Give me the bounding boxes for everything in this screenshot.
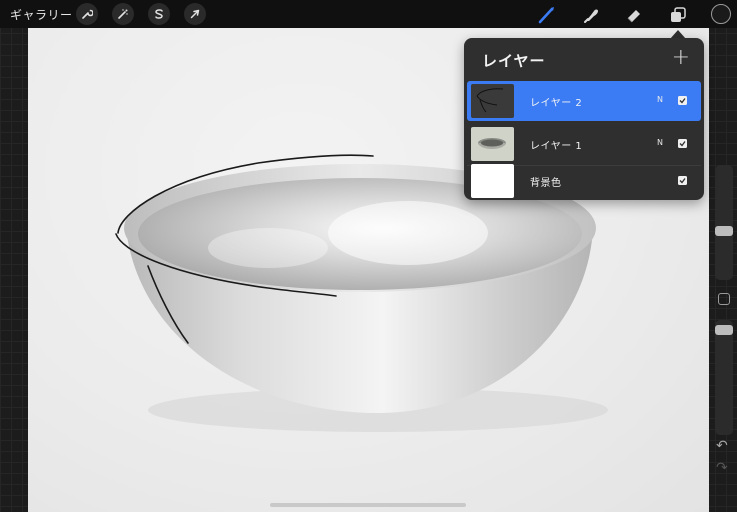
- opacity-handle[interactable]: [715, 325, 733, 335]
- smudge-finger-icon: [584, 9, 598, 23]
- brush-size-slider[interactable]: [715, 165, 733, 280]
- smudge-button[interactable]: [580, 4, 602, 26]
- checkmark-icon: [679, 178, 686, 184]
- layer-name: レイヤー 1: [530, 141, 583, 152]
- layers-panel-title: レイヤー: [482, 52, 546, 70]
- add-layer-button[interactable]: +: [672, 45, 690, 70]
- selection-button[interactable]: [148, 3, 170, 25]
- arrow-cursor-icon: [190, 9, 200, 19]
- actions-button[interactable]: [76, 3, 98, 25]
- layer-name: レイヤー 2: [530, 98, 583, 109]
- layer-visibility-checkbox[interactable]: [678, 176, 687, 185]
- blend-mode-button[interactable]: N: [657, 138, 663, 147]
- brush-size-handle[interactable]: [715, 226, 733, 236]
- eraser-icon: [627, 10, 640, 23]
- top-toolbar: ギャラリー: [0, 0, 737, 28]
- gallery-button[interactable]: ギャラリー: [10, 6, 73, 23]
- undo-arrow-icon[interactable]: ↶: [716, 438, 728, 454]
- layers-panel: レイヤー + レイヤー 2 N レイヤー 1 N 背景色: [464, 38, 704, 200]
- home-indicator: [270, 503, 466, 507]
- layer-row-background-color[interactable]: 背景色: [467, 161, 701, 200]
- layer-visibility-checkbox[interactable]: [678, 96, 687, 105]
- layer-row-layer1[interactable]: レイヤー 1 N: [467, 124, 701, 164]
- eraser-button[interactable]: [623, 4, 645, 26]
- checkmark-icon: [679, 98, 686, 104]
- layer-thumbnail: [471, 84, 514, 118]
- redo-arrow-icon[interactable]: ↷: [716, 460, 728, 476]
- layers-icon: [671, 7, 686, 22]
- brush-button[interactable]: [536, 4, 558, 26]
- wrench-icon: [82, 9, 93, 19]
- layer-thumbnail: [471, 164, 514, 198]
- brush-icon: [538, 7, 554, 24]
- layer-name: 背景色: [530, 178, 562, 189]
- layer-row-layer2[interactable]: レイヤー 2 N: [467, 81, 701, 121]
- layer-visibility-checkbox[interactable]: [678, 139, 687, 148]
- layer-thumbnail: [471, 127, 514, 161]
- checkmark-icon: [679, 141, 686, 147]
- adjustments-button[interactable]: [112, 3, 134, 25]
- selection-s-icon: [155, 9, 163, 19]
- color-swatch[interactable]: [711, 4, 731, 24]
- modify-square-button[interactable]: [718, 293, 730, 305]
- magic-wand-icon: [118, 9, 128, 19]
- blend-mode-button[interactable]: N: [657, 95, 663, 104]
- transform-button[interactable]: [184, 3, 206, 25]
- layers-button[interactable]: [667, 4, 689, 26]
- opacity-slider[interactable]: [715, 320, 733, 435]
- right-sidebar: ↶ ↷: [712, 160, 736, 480]
